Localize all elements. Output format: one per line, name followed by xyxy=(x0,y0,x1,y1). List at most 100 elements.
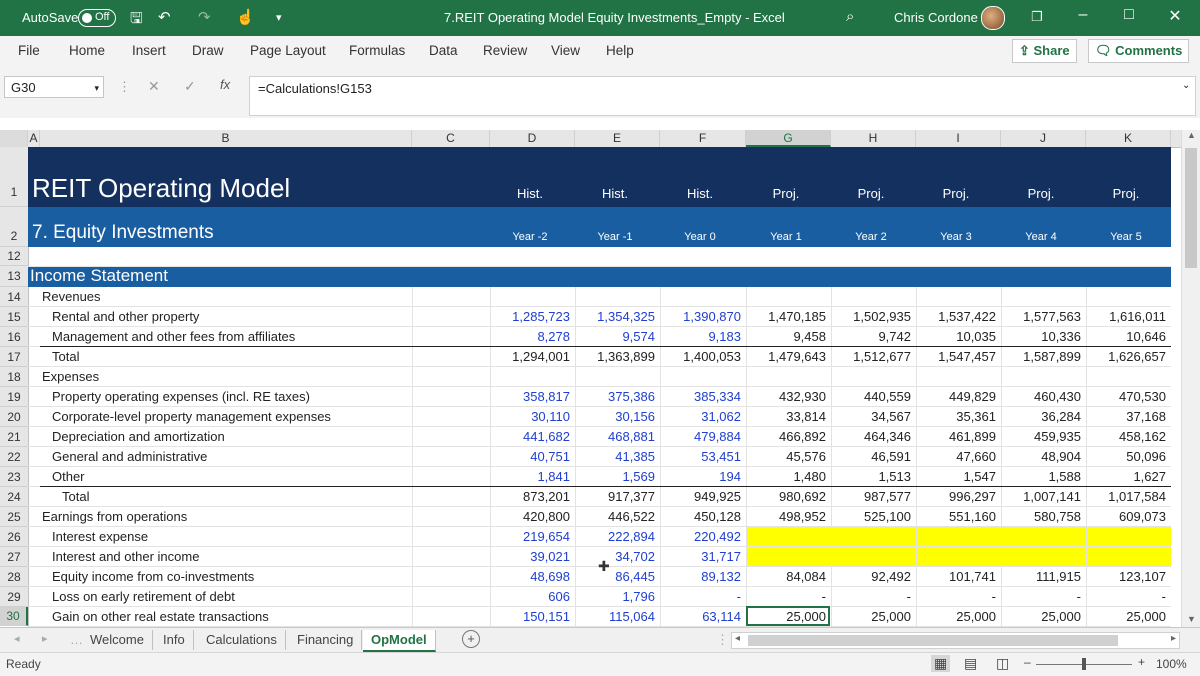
tab-data[interactable]: Data xyxy=(429,43,458,58)
table-row[interactable]: Total 873,201 917,377 949,925 980,692 987,577… xyxy=(28,487,1171,507)
maximize-icon[interactable]: □ xyxy=(1114,6,1144,24)
table-row[interactable]: Interest expense 219,654 222,894 220,492 xyxy=(28,527,1171,547)
column-header-h[interactable]: H xyxy=(831,130,916,147)
scroll-thumb[interactable] xyxy=(1185,148,1197,268)
scroll-right-icon[interactable]: ▸ xyxy=(1171,633,1176,644)
tab-review[interactable]: Review xyxy=(483,43,527,58)
add-sheet-icon[interactable]: + xyxy=(462,630,480,648)
table-row[interactable]: General and administrative 40,751 41,385 53… xyxy=(28,447,1171,467)
horizontal-scrollbar[interactable]: ◂ ▸ xyxy=(731,632,1180,649)
table-row[interactable]: Property operating expenses (incl. RE ta… xyxy=(28,387,1171,407)
row-header[interactable]: 26 xyxy=(0,527,28,547)
scroll-down-icon[interactable]: ▼ xyxy=(1187,614,1196,624)
undo-icon[interactable]: ↶ xyxy=(158,8,171,26)
user-name[interactable]: Chris Cordone xyxy=(894,10,978,25)
zoom-slider-thumb[interactable] xyxy=(1082,658,1086,670)
row-header[interactable]: 25 xyxy=(0,507,28,527)
tab-home[interactable]: Home xyxy=(69,43,105,58)
redo-icon[interactable]: ↷ xyxy=(198,8,211,26)
row-header[interactable]: 20 xyxy=(0,407,28,427)
prev-sheet-icon[interactable]: ◂ xyxy=(14,632,20,645)
row-header[interactable]: 14 xyxy=(0,287,28,307)
scroll-up-icon[interactable]: ▲ xyxy=(1187,130,1196,140)
select-all-corner[interactable] xyxy=(0,130,28,147)
column-header-j[interactable]: J xyxy=(1001,130,1086,147)
share-button[interactable]: ⇪ Share xyxy=(1012,39,1077,63)
avatar[interactable] xyxy=(981,6,1005,30)
autosave-toggle[interactable]: Off xyxy=(78,9,116,27)
zoom-slider[interactable] xyxy=(1036,658,1132,670)
row-header[interactable]: 27 xyxy=(0,547,28,567)
normal-view-icon[interactable]: ▦ xyxy=(931,655,951,672)
tab-help[interactable]: Help xyxy=(606,43,634,58)
selected-cell[interactable] xyxy=(746,606,830,626)
next-sheet-icon[interactable]: ▸ xyxy=(42,632,48,645)
customize-toolbar-icon[interactable]: ▾ xyxy=(276,11,282,24)
page-layout-view-icon[interactable]: ▤ xyxy=(964,655,977,672)
row-header[interactable]: 1 xyxy=(0,147,28,207)
row-header[interactable]: 13 xyxy=(0,266,28,287)
table-row[interactable]: Total 1,294,001 1,363,899 1,400,053 1,479,64… xyxy=(28,347,1171,367)
close-icon[interactable]: ✕ xyxy=(1160,6,1190,26)
comments-button[interactable]: 🗨 Comments xyxy=(1088,39,1190,63)
tab-insert[interactable]: Insert xyxy=(132,43,166,58)
tab-page-layout[interactable]: Page Layout xyxy=(250,43,326,58)
table-row[interactable]: Corporate-level property management expe… xyxy=(28,407,1171,427)
formula-input[interactable]: =Calculations!G153 xyxy=(249,76,1196,116)
table-row[interactable]: Gain on other real estate transactions 15… xyxy=(28,607,1171,627)
row-header[interactable]: 28 xyxy=(0,567,28,587)
table-row[interactable]: Other 1,841 1,569 194 1,480 1,513 1,547 1,588 1,… xyxy=(28,467,1171,487)
column-header-f[interactable]: F xyxy=(660,130,746,147)
tab-formulas[interactable]: Formulas xyxy=(349,43,405,58)
row-header[interactable]: 18 xyxy=(0,367,28,387)
table-row[interactable]: Expenses xyxy=(28,367,1171,387)
chevron-down-icon[interactable]: ▾ xyxy=(94,77,99,99)
sheet-tab-info[interactable]: Info xyxy=(155,630,194,650)
column-header-i[interactable]: I xyxy=(916,130,1001,147)
save-icon[interactable]: 🖫 xyxy=(130,8,143,33)
row-header[interactable]: 30 xyxy=(0,607,28,626)
column-header-d[interactable]: D xyxy=(490,130,575,147)
enter-icon[interactable]: ✓ xyxy=(184,78,196,95)
sheet-tab-opmodel[interactable]: OpModel xyxy=(363,630,436,652)
table-row[interactable]: Loss on early retirement of debt 606 1,796… xyxy=(28,587,1171,607)
tab-draw[interactable]: Draw xyxy=(192,43,224,58)
zoom-level[interactable]: 100% xyxy=(1156,657,1187,671)
name-box[interactable]: G30 ▾ xyxy=(4,76,104,98)
row-header[interactable]: 21 xyxy=(0,427,28,447)
touch-mode-icon[interactable]: ☝ xyxy=(236,8,255,26)
row-header[interactable]: 12 xyxy=(0,247,28,266)
zoom-out-icon[interactable]: – xyxy=(1024,655,1031,669)
column-header-b[interactable]: B xyxy=(40,130,412,147)
tab-view[interactable]: View xyxy=(551,43,580,58)
sheet-tab-welcome[interactable]: Welcome xyxy=(82,630,153,650)
search-icon[interactable]: ⌕ xyxy=(846,8,854,25)
hscroll-thumb[interactable] xyxy=(748,635,1118,646)
page-break-view-icon[interactable]: ◫ xyxy=(996,655,1009,672)
row-header[interactable]: 17 xyxy=(0,347,28,367)
row-header[interactable]: 29 xyxy=(0,587,28,607)
ribbon-display-icon[interactable]: ❐ xyxy=(1022,9,1052,25)
minimize-icon[interactable]: – xyxy=(1068,6,1098,24)
table-row[interactable]: Management and other fees from affiliate… xyxy=(28,327,1171,347)
row-header[interactable]: 24 xyxy=(0,487,28,507)
column-header-a[interactable]: A xyxy=(28,130,40,147)
row-header[interactable]: 19 xyxy=(0,387,28,407)
table-row[interactable]: Depreciation and amortization 441,682 468,… xyxy=(28,427,1171,447)
row-header[interactable]: 23 xyxy=(0,467,28,487)
zoom-in-icon[interactable]: + xyxy=(1138,655,1145,669)
column-header-g[interactable]: G xyxy=(746,130,831,147)
expand-formula-icon[interactable]: ⌄ xyxy=(1182,80,1190,91)
insert-function-icon[interactable]: fx xyxy=(220,77,230,92)
table-row[interactable]: Rental and other property 1,285,723 1,354,… xyxy=(28,307,1171,327)
column-header-k[interactable]: K xyxy=(1086,130,1171,147)
cancel-icon[interactable]: ✕ xyxy=(148,78,160,95)
table-row[interactable]: Revenues xyxy=(28,287,1171,307)
row-header[interactable]: 15 xyxy=(0,307,28,327)
scroll-left-icon[interactable]: ◂ xyxy=(735,633,740,644)
sheet-tab-calculations[interactable]: Calculations xyxy=(198,630,286,650)
row-header[interactable]: 16 xyxy=(0,327,28,347)
tab-file[interactable]: File xyxy=(18,43,40,58)
row-header[interactable]: 22 xyxy=(0,447,28,467)
column-header-c[interactable]: C xyxy=(412,130,490,147)
